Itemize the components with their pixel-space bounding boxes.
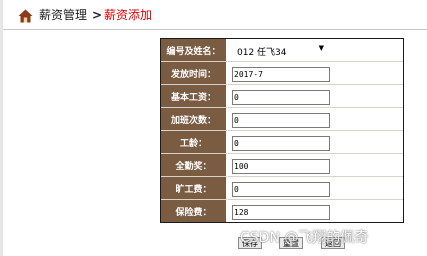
- breadcrumb: 薪资管理 > 薪资添加: [3, 0, 427, 30]
- absence-fee-input[interactable]: [232, 181, 330, 197]
- employee-select[interactable]: 012 任飞34 ▼: [232, 44, 326, 58]
- pay-date-label: 发放时间：: [161, 62, 228, 85]
- employee-select-value: 012 任飞34: [237, 48, 287, 58]
- form-row-pay-date: 发放时间：: [161, 62, 403, 85]
- insurance-label: 保险费：: [161, 200, 228, 222]
- overtime-input[interactable]: [232, 112, 330, 128]
- form-row-overtime: 加班次数：: [161, 108, 403, 131]
- breadcrumb-root[interactable]: 薪资管理: [39, 7, 87, 23]
- absence-fee-label: 旷工费：: [161, 177, 228, 200]
- insurance-input[interactable]: [232, 204, 330, 220]
- form-row-attendance-bonus: 全勤奖：: [161, 154, 403, 177]
- attendance-bonus-input[interactable]: [232, 158, 330, 174]
- home-icon[interactable]: [18, 8, 33, 23]
- seniority-input[interactable]: [232, 135, 330, 151]
- base-salary-label: 基本工资：: [161, 85, 228, 108]
- employee-label: 编号及姓名：: [161, 39, 228, 62]
- left-frame-border: [0, 0, 3, 256]
- overtime-label: 加班次数：: [161, 108, 228, 131]
- breadcrumb-current: 薪资添加: [104, 8, 153, 22]
- salary-form: 编号及姓名： 012 任飞34 ▼ 发放时间： 基本工资： 加班次数： 工龄： …: [160, 38, 404, 223]
- form-row-employee: 编号及姓名： 012 任飞34 ▼: [161, 39, 403, 62]
- watermark: CSDN @飞翔的佩奇: [240, 230, 369, 246]
- form-row-insurance: 保险费：: [161, 200, 403, 222]
- form-row-base-salary: 基本工资：: [161, 85, 403, 108]
- form-row-absence-fee: 旷工费：: [161, 177, 403, 200]
- attendance-bonus-label: 全勤奖：: [161, 154, 228, 177]
- chevron-down-icon: ▼: [318, 44, 324, 52]
- seniority-label: 工龄：: [161, 131, 228, 154]
- pay-date-input[interactable]: [232, 66, 330, 82]
- breadcrumb-separator: >: [92, 8, 103, 22]
- base-salary-input[interactable]: [232, 89, 330, 105]
- form-row-seniority: 工龄：: [161, 131, 403, 154]
